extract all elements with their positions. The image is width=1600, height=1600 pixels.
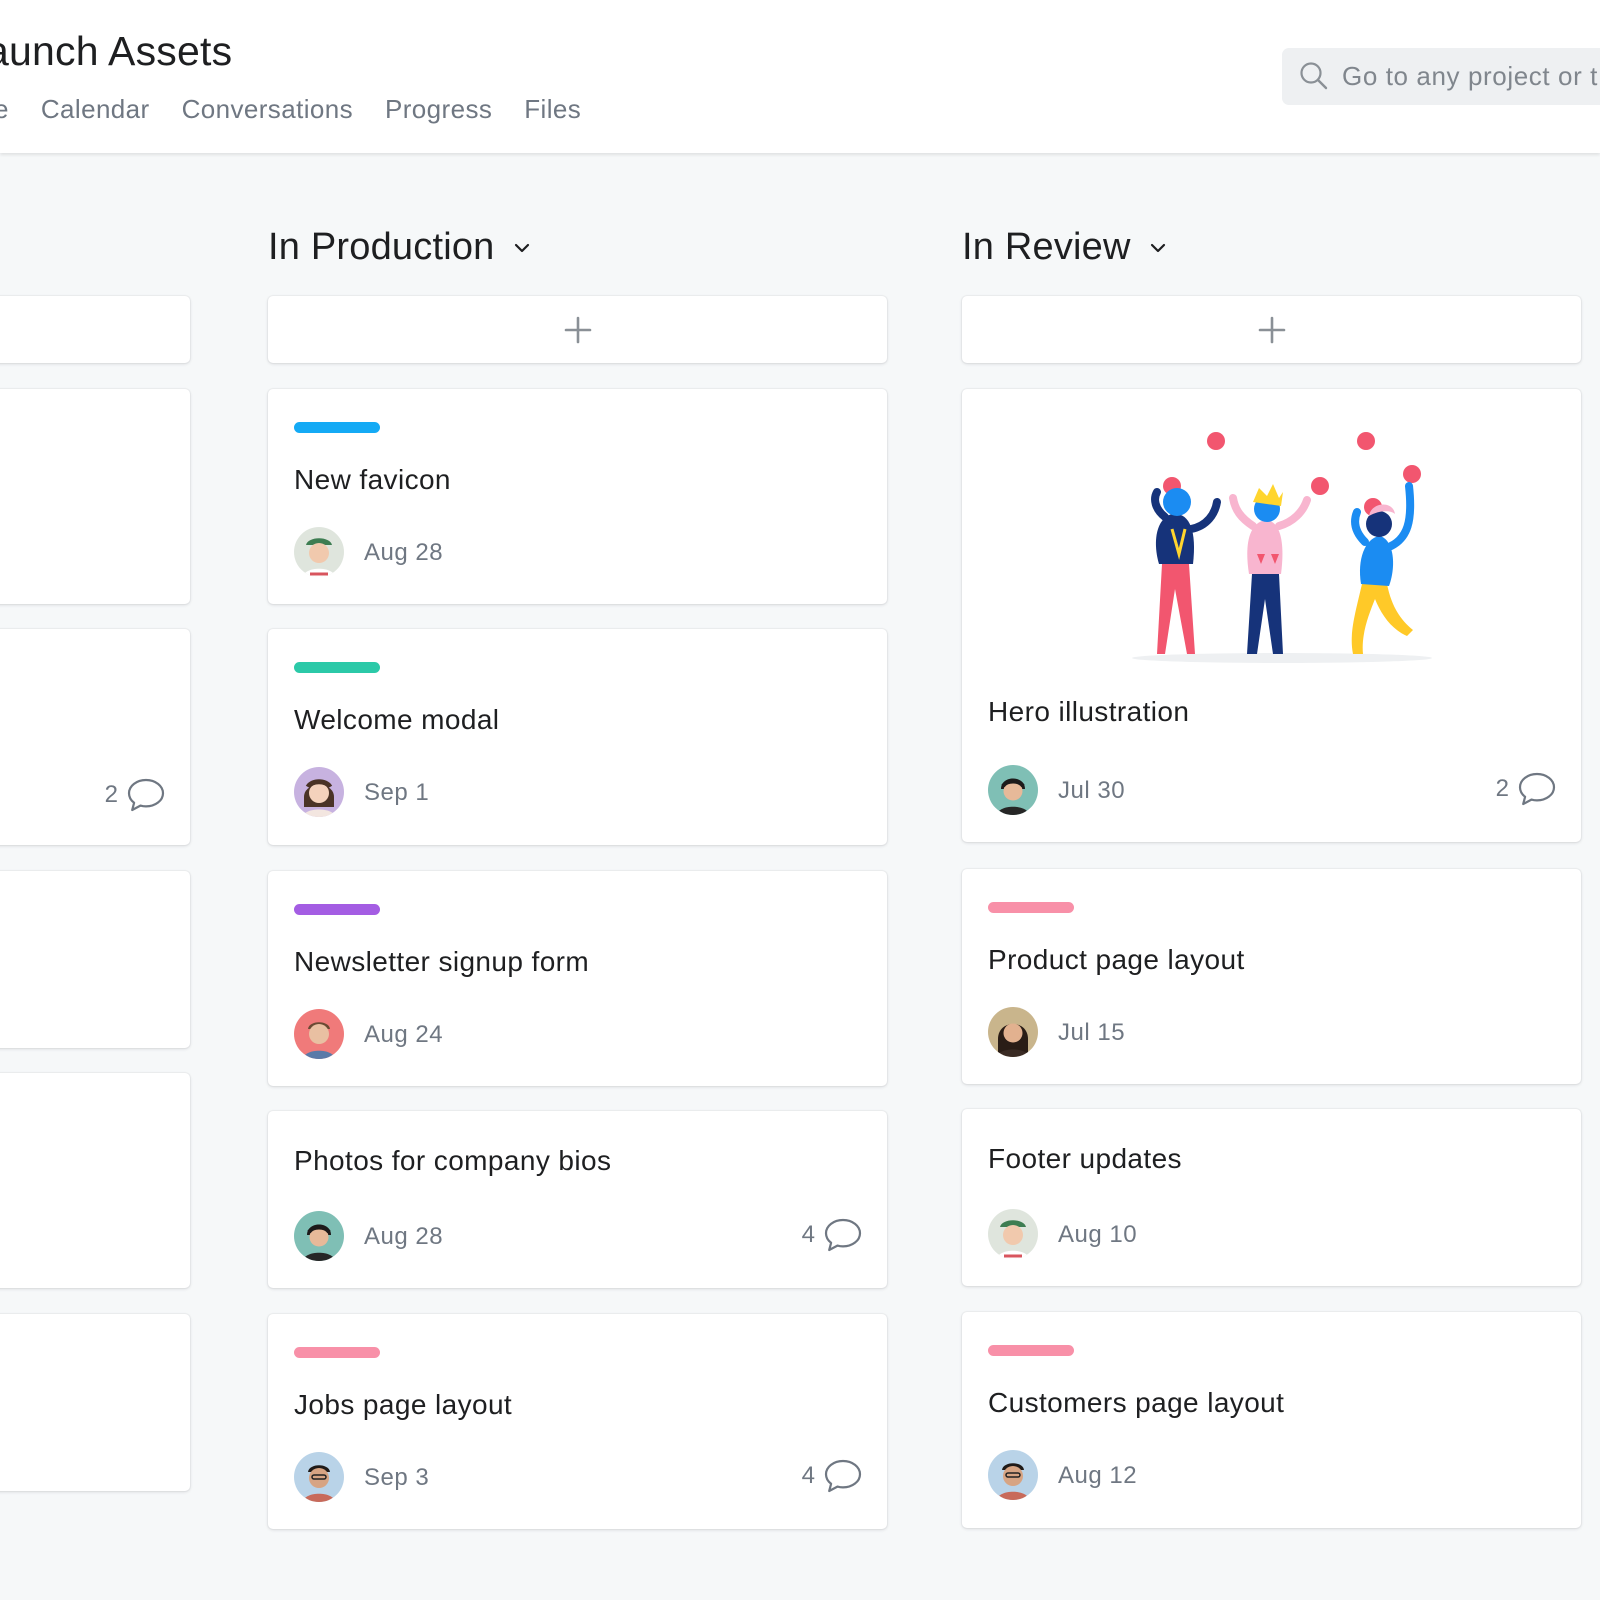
task-tag	[294, 662, 380, 673]
board-page: aunch Assets e Calendar Conversations Pr…	[0, 0, 1600, 1600]
project-title: aunch Assets	[0, 28, 233, 74]
plus-icon	[564, 316, 591, 343]
task-card[interactable]: 2	[0, 629, 190, 845]
search-input[interactable]	[1342, 48, 1600, 105]
avatar[interactable]	[294, 527, 344, 577]
task-card[interactable]: Footer updates Aug 10	[962, 1109, 1581, 1286]
task-tag	[988, 902, 1074, 913]
comment-counter[interactable]: 4	[802, 1217, 863, 1253]
task-card[interactable]: Newsletter signup form Aug 24	[268, 871, 887, 1086]
comment-icon	[824, 1459, 862, 1493]
task-card[interactable]: Customers page layout Aug 12	[962, 1312, 1581, 1528]
avatar[interactable]	[294, 1211, 344, 1261]
project-tabs: e Calendar Conversations Progress Files	[0, 94, 613, 125]
project-header: aunch Assets e Calendar Conversations Pr…	[0, 0, 1600, 153]
comment-count: 4	[801, 1221, 815, 1248]
task-title: Customers page layout	[988, 1387, 1285, 1418]
tab-overview[interactable]: e	[0, 94, 9, 125]
due-date: Aug 24	[364, 1021, 444, 1048]
chevron-down-icon[interactable]	[1149, 242, 1167, 254]
add-task-button[interactable]	[962, 296, 1581, 363]
column-title: In Review	[962, 226, 1131, 268]
avatar[interactable]	[988, 1209, 1038, 1259]
task-card[interactable]: New favicon Aug 28	[268, 389, 887, 604]
tab-files[interactable]: Files	[524, 94, 581, 125]
avatar[interactable]	[294, 1452, 344, 1502]
chevron-down-icon[interactable]	[513, 242, 531, 254]
due-date: Aug 10	[1058, 1221, 1138, 1248]
comment-counter[interactable]: 2	[105, 777, 166, 813]
add-task-button[interactable]	[268, 296, 887, 363]
task-card[interactable]: Hero illustration Jul 30 2	[962, 389, 1581, 842]
comment-icon	[824, 1218, 862, 1252]
due-date: Aug 28	[364, 1223, 444, 1250]
tab-conversations[interactable]: Conversations	[182, 94, 353, 125]
task-card[interactable]	[0, 1314, 190, 1491]
comment-counter[interactable]: 4	[802, 1458, 863, 1494]
task-title: Welcome modal	[294, 704, 500, 735]
search-bar[interactable]	[1282, 48, 1600, 105]
add-task-button[interactable]	[0, 296, 190, 363]
due-date: Sep 3	[364, 1464, 430, 1491]
task-tag	[988, 1345, 1074, 1356]
due-date: Aug 28	[364, 539, 444, 566]
avatar[interactable]	[294, 767, 344, 817]
task-tag	[294, 422, 380, 433]
task-title: Footer updates	[988, 1143, 1182, 1174]
tab-progress[interactable]: Progress	[385, 94, 492, 125]
plus-icon	[1258, 316, 1285, 343]
task-card[interactable]: Product page layout Jul 15	[962, 869, 1581, 1084]
comment-count: 4	[801, 1462, 815, 1489]
task-card[interactable]: Welcome modal Sep 1	[268, 629, 887, 845]
avatar[interactable]	[988, 1007, 1038, 1057]
comment-count: 2	[1495, 775, 1509, 802]
avatar[interactable]	[294, 1009, 344, 1059]
task-tag	[294, 904, 380, 915]
task-title: Photos for company bios	[294, 1145, 612, 1176]
hero-illustration-image	[1132, 432, 1432, 663]
column-header[interactable]: In Review	[962, 226, 1167, 269]
task-card[interactable]: Photos for company bios Aug 28 4	[268, 1111, 887, 1288]
comment-counter[interactable]: 2	[1496, 771, 1557, 807]
comment-icon	[1518, 772, 1556, 806]
tab-calendar[interactable]: Calendar	[41, 94, 150, 125]
column-header[interactable]: In Production	[268, 226, 531, 269]
task-title: New favicon	[294, 464, 451, 495]
due-date: Jul 15	[1058, 1019, 1126, 1046]
column-title: In Production	[268, 226, 495, 268]
comment-count: 2	[104, 781, 118, 808]
comment-icon	[127, 778, 165, 812]
task-tag	[294, 1347, 380, 1358]
task-title: Hero illustration	[988, 696, 1190, 727]
task-card[interactable]: Jobs page layout Sep 3 4	[268, 1314, 887, 1529]
task-title: Jobs page layout	[294, 1389, 513, 1420]
due-date: Sep 1	[364, 779, 430, 806]
due-date: Jul 30	[1058, 777, 1126, 804]
due-date: Aug 12	[1058, 1462, 1138, 1489]
task-title: Newsletter signup form	[294, 946, 590, 977]
search-icon	[1300, 62, 1328, 90]
avatar[interactable]	[988, 765, 1038, 815]
task-card[interactable]	[0, 1073, 190, 1288]
task-title: Product page layout	[988, 944, 1245, 975]
avatar[interactable]	[988, 1450, 1038, 1500]
task-card[interactable]	[0, 389, 190, 604]
task-card[interactable]	[0, 871, 190, 1048]
